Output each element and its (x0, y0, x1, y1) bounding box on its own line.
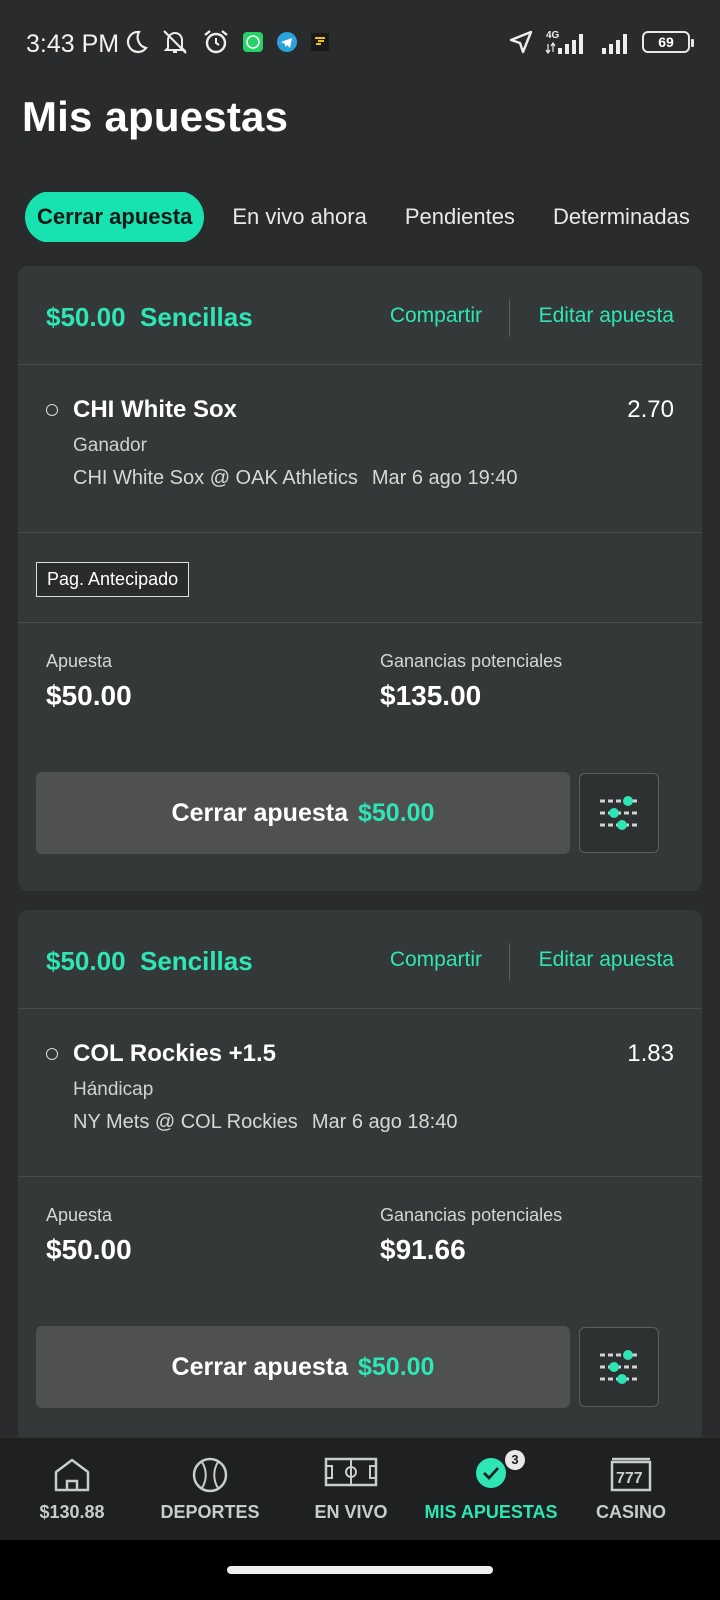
divider (18, 1008, 702, 1009)
stake-value: $50.00 (46, 1234, 132, 1265)
nav-item-home[interactable]: $130.88 (0, 1438, 144, 1541)
divider (18, 622, 702, 623)
bet-stake-type: $50.00 Sencillas (46, 946, 253, 976)
event-line: CHI White Sox @ OAK Athletics Mar 6 ago 1… (73, 467, 518, 490)
whatsapp-icon (243, 32, 263, 52)
tab-cerrar-apuesta[interactable]: Cerrar apuesta (25, 192, 205, 242)
nav-item-en-vivo[interactable]: EN VIVO (279, 1438, 423, 1541)
tab-determinadas[interactable]: Determinadas (553, 204, 690, 230)
selection-odds: 1.83 (627, 1040, 674, 1067)
telegram-icon (277, 32, 297, 52)
slot-machine-icon: 777 (610, 1457, 652, 1492)
cashout-button[interactable]: Cerrar apuesta $50.00 (36, 772, 570, 854)
home-icon (54, 1458, 90, 1492)
bet-card-header: $50.00 Sencillas Compartir Editar apuest… (18, 266, 702, 366)
signal-icon (602, 34, 627, 54)
potential-winnings-label: Ganancias potenciales (380, 651, 563, 671)
early-payout-badge: Pag. Antecipado (36, 562, 190, 597)
stake-value: $50.00 (46, 680, 132, 711)
share-button[interactable]: Compartir (390, 304, 482, 328)
cashout-amount: $50.00 (358, 1352, 435, 1381)
tab-pendientes[interactable]: Pendientes (405, 204, 515, 230)
market-name: Ganador (73, 435, 147, 456)
sliders-icon (600, 796, 638, 830)
bet-stake-type: $50.00 Sencillas (46, 302, 253, 332)
share-button[interactable]: Compartir (390, 948, 482, 972)
header-divider (509, 299, 510, 337)
baseball-icon (192, 1457, 228, 1493)
event-name: CHI White Sox @ OAK Athletics (73, 467, 358, 489)
tab-en-vivo-ahora[interactable]: En vivo ahora (232, 204, 367, 230)
home-gesture-handle[interactable] (227, 1566, 493, 1574)
alarm-icon (204, 30, 228, 54)
nav-label: CASINO (595, 1502, 666, 1522)
field-icon (324, 1457, 378, 1487)
event-time: Mar 6 ago 18:40 (311, 1111, 458, 1133)
cashout-amount: $50.00 (358, 798, 435, 827)
app-icon (311, 33, 329, 51)
nav-item-deportes[interactable]: DEPORTES (138, 1438, 282, 1541)
status-bar: 3:43 PM 4G 69 (0, 0, 720, 86)
stake-label: Apuesta (46, 1205, 113, 1225)
system-icons: 4G 69 (508, 28, 694, 56)
location-arrow-icon (509, 30, 533, 54)
nav-label: DEPORTES (160, 1502, 260, 1522)
signal-4g-icon: 4G (545, 30, 583, 55)
cashout-button[interactable]: Cerrar apuesta $50.00 (36, 1326, 570, 1408)
stake-label: Apuesta (46, 651, 113, 671)
potential-winnings-value: $91.66 (380, 1234, 466, 1265)
cashout-label: Cerrar apuesta (171, 1352, 348, 1381)
cashout-settings-button[interactable] (579, 1327, 659, 1407)
divider (18, 1176, 702, 1177)
edit-bet-button[interactable]: Editar apuesta (539, 948, 674, 972)
system-navigation-bar (0, 1540, 720, 1600)
nav-label: MIS APUESTAS (424, 1502, 558, 1522)
selection-status-icon (46, 404, 58, 416)
event-name: NY Mets @ COL Rockies (73, 1111, 298, 1133)
nav-item-casino[interactable]: 777 CASINO (559, 1438, 703, 1541)
screen: 3:43 PM 4G 69 Mis apuestas Cerrar apuest… (0, 0, 720, 1600)
market-name: Hándicap (73, 1079, 154, 1100)
svg-text:777: 777 (616, 1470, 643, 1487)
event-line: NY Mets @ COL Rockies Mar 6 ago 18:40 (73, 1111, 457, 1134)
bet-card: $50.00 Sencillas Compartir Editar apuest… (18, 910, 702, 1450)
nav-item-mis-apuestas[interactable]: 3 MIS APUESTAS (419, 1438, 563, 1541)
selection-name: CHI White Sox (73, 396, 238, 423)
battery-icon: 69 (642, 31, 694, 53)
event-time: Mar 6 ago 19:40 (371, 467, 518, 489)
moon-icon (126, 30, 148, 53)
selection-name: COL Rockies +1.5 (73, 1040, 276, 1067)
bet-filter-tabs: Cerrar apuesta En vivo ahora Pendientes … (25, 192, 695, 242)
svg-text:4G: 4G (546, 30, 560, 41)
selection-status-icon (46, 1048, 58, 1060)
status-time: 3:43 PM (26, 30, 120, 58)
bet-card: $50.00 Sencillas Compartir Editar apuest… (18, 266, 702, 891)
battery-level: 69 (658, 34, 674, 50)
check-circle-icon (476, 1458, 506, 1488)
divider (18, 532, 702, 533)
page-title: Mis apuestas (22, 93, 289, 140)
muted-bell-icon (163, 30, 187, 54)
cashout-label: Cerrar apuesta (171, 798, 348, 827)
nav-label: $130.88 (39, 1502, 105, 1522)
bet-count-badge: 3 (505, 1450, 525, 1470)
potential-winnings-label: Ganancias potenciales (380, 1205, 563, 1225)
bottom-navigation: $130.88 DEPORTES EN VIVO 3 MIS APUESTAS … (0, 1437, 720, 1540)
bet-card-header: $50.00 Sencillas Compartir Editar apuest… (18, 910, 702, 1010)
selection-odds: 2.70 (627, 396, 674, 423)
nav-label: EN VIVO (314, 1502, 388, 1522)
divider (18, 364, 702, 365)
notification-icons (124, 28, 330, 56)
edit-bet-button[interactable]: Editar apuesta (539, 304, 674, 328)
cashout-settings-button[interactable] (579, 773, 659, 853)
header-divider (509, 943, 510, 981)
sliders-icon (600, 1350, 638, 1384)
potential-winnings-value: $135.00 (380, 680, 482, 711)
